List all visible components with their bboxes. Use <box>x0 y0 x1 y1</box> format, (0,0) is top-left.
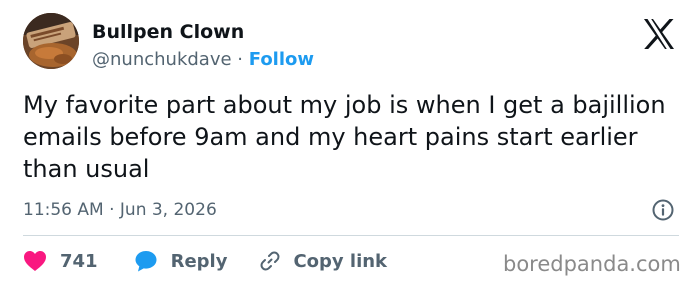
author-handle[interactable]: @nunchukdave <box>92 49 232 70</box>
like-button[interactable]: 741 <box>23 250 98 272</box>
link-icon <box>260 251 280 271</box>
follow-button[interactable]: Follow <box>249 49 314 70</box>
info-icon[interactable] <box>651 198 675 222</box>
tweet-text: My favorite part about my job is when I … <box>23 91 666 183</box>
author-avatar[interactable] <box>23 13 79 69</box>
avatar-image <box>23 13 79 69</box>
author-handle-row: @nunchukdave · Follow <box>92 48 314 72</box>
heart-icon <box>24 251 46 271</box>
like-count: 741 <box>60 250 98 272</box>
actions-divider <box>23 235 679 236</box>
handle-separator: · <box>237 49 244 70</box>
speech-bubble-icon <box>135 251 157 272</box>
x-logo-icon[interactable] <box>643 19 675 49</box>
copy-link-label: Copy link <box>293 250 388 272</box>
author-display-name[interactable]: Bullpen Clown <box>92 20 244 44</box>
reply-label: Reply <box>170 250 228 272</box>
reply-button[interactable]: Reply <box>134 249 228 273</box>
action-bar: 741 Reply Copy link <box>23 248 387 274</box>
watermark: boredpanda.com <box>503 252 681 276</box>
tweet-card: Bullpen Clown @nunchukdave · Follow My f… <box>0 0 700 287</box>
copy-link-button[interactable]: Copy link <box>258 249 387 273</box>
tweet-timestamp[interactable]: 11:56 AM · Jun 3, 2026 <box>23 198 217 222</box>
